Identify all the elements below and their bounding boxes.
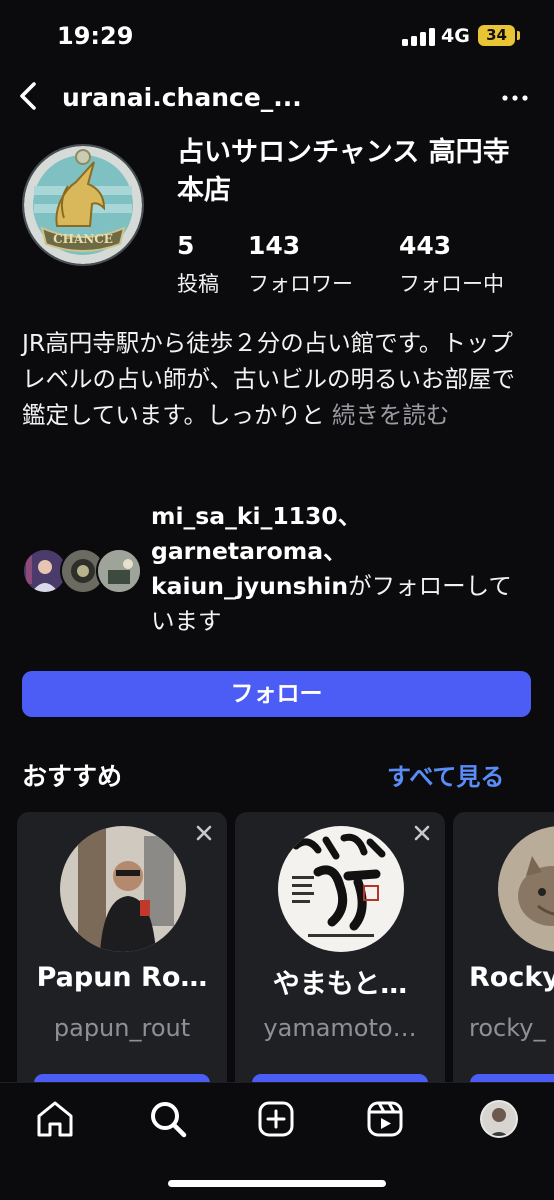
following-label: フォロー中 xyxy=(399,272,504,296)
suggestion-card[interactable]: Rocky rocky_ xyxy=(453,812,554,1102)
suggestion-name: やまもと… xyxy=(272,969,408,1000)
following-count: 443 xyxy=(399,231,452,260)
suggestion-handle: papun_rout xyxy=(53,1014,191,1042)
suggestion-photo xyxy=(498,826,554,952)
suggestion-photo xyxy=(278,826,404,952)
status-time: 19:29 xyxy=(57,22,134,50)
reels-icon[interactable] xyxy=(363,1097,407,1141)
suggestion-card[interactable]: やまもと… yamamoto… xyxy=(235,812,445,1102)
follower-avatar xyxy=(96,548,142,594)
back-icon[interactable] xyxy=(12,78,48,114)
followed-by-text[interactable]: mi_sa_ki_1130、garnetaroma、kaiun_jyunshin… xyxy=(151,499,531,639)
signal-icon xyxy=(402,28,436,46)
followed-by-avatars[interactable] xyxy=(22,548,142,596)
profile-avatar-icon[interactable] xyxy=(477,1097,521,1141)
suggestion-card[interactable]: Papun Ro… papun_rout xyxy=(17,812,227,1102)
profile-screen: 19:29 4G 34 uranai.chance_... CHANCE 占いサ… xyxy=(0,0,554,1200)
followers-label: フォロワー xyxy=(248,272,353,296)
unicorn-logo: CHANCE xyxy=(24,146,142,264)
read-more-link[interactable]: 続きを読む xyxy=(324,401,450,429)
posts-count: 5 xyxy=(177,231,195,260)
suggestion-name: Rocky xyxy=(469,962,554,993)
see-all-link[interactable]: すべて見る xyxy=(387,757,504,792)
followed-by-names: mi_sa_ki_1130、garnetaroma、kaiun_jyunshin xyxy=(151,502,362,600)
svg-text:CHANCE: CHANCE xyxy=(53,232,113,246)
stat-following[interactable]: 443 フォロー中 xyxy=(399,230,504,300)
profile-avatar[interactable]: CHANCE xyxy=(22,144,144,266)
status-bar: 19:29 4G 34 xyxy=(0,0,554,74)
stat-followers[interactable]: 143 フォロワー xyxy=(248,230,353,300)
more-options-icon[interactable] xyxy=(500,86,530,110)
home-icon[interactable] xyxy=(33,1097,77,1141)
profile-bio: JR高円寺駅から徒歩２分の占い館です。トップレベルの占い師が、古いビルの明るいお… xyxy=(22,325,532,433)
posts-label: 投稿 xyxy=(177,272,219,296)
display-name: 占いサロンチャンス 高円寺本店 xyxy=(177,137,510,206)
suggestions-title: おすすめ xyxy=(22,762,123,791)
search-icon[interactable] xyxy=(146,1097,190,1141)
home-indicator xyxy=(168,1180,386,1187)
dismiss-icon[interactable] xyxy=(193,822,215,844)
create-icon[interactable] xyxy=(254,1097,298,1141)
network-type: 4G xyxy=(441,25,470,47)
suggestion-name: Papun Ro… xyxy=(36,962,208,993)
follow-button[interactable]: フォロー xyxy=(22,671,531,717)
header-username: uranai.chance_... xyxy=(62,83,302,112)
suggestion-handle: rocky_ xyxy=(469,1014,546,1042)
suggestion-handle: yamamoto… xyxy=(263,1014,417,1042)
stat-posts[interactable]: 5 投稿 xyxy=(177,230,219,300)
followers-count: 143 xyxy=(248,231,301,260)
battery-tip xyxy=(517,31,520,40)
suggestion-photo xyxy=(60,826,186,952)
dismiss-icon[interactable] xyxy=(411,822,433,844)
battery-icon: 34 xyxy=(478,25,515,46)
